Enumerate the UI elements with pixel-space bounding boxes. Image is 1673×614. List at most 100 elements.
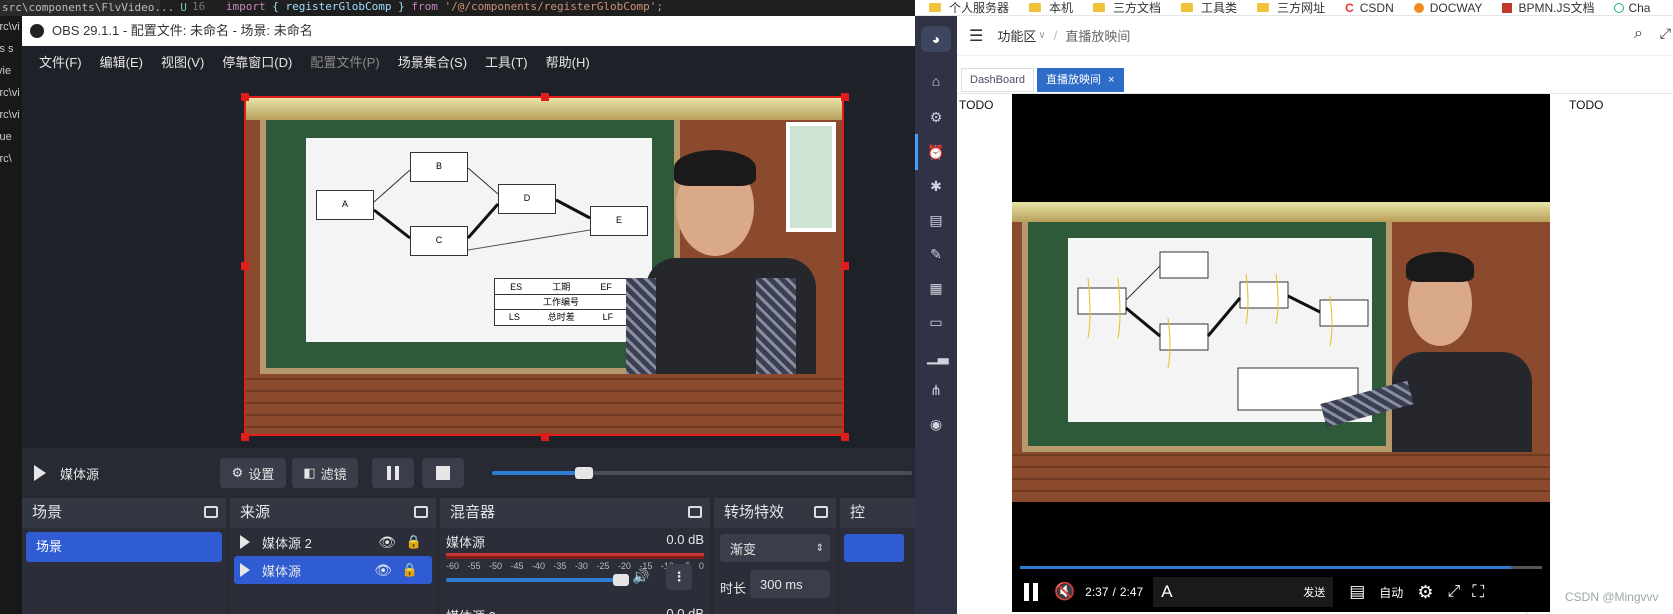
filters-button[interactable]: ◧ 滤镜 [292,458,358,488]
meter-tick: -45 [510,561,524,571]
explorer-item[interactable]: src\vi [0,16,24,38]
fullscreen-icon[interactable]: ⛶ [1472,582,1484,602]
alarm-icon[interactable]: ⏰ [927,143,945,161]
resize-handle[interactable] [841,93,849,101]
menu-fold-icon[interactable]: ☰ [969,26,983,46]
resize-handle[interactable] [241,433,249,441]
scene-list-item[interactable]: 场景 [26,532,222,562]
tree-icon[interactable]: ⋔ [927,381,945,399]
bookmark-folder[interactable]: 个人服务器 [929,0,1009,15]
tab-label: 直播放映间 [1046,74,1101,86]
undock-icon[interactable] [204,506,218,518]
resize-handle[interactable] [241,93,249,101]
expand-icon[interactable]: ⤢ [1660,25,1671,42]
explorer-item[interactable]: \vie [0,60,24,82]
bookmark-folder[interactable]: 工具类 [1181,0,1237,15]
bookmark-link[interactable]: Cha [1614,1,1650,15]
danmaku-style-icon[interactable]: A [1161,582,1172,602]
bug-icon[interactable]: ✱ [927,177,945,195]
danmaku-input[interactable]: A 发送 [1153,577,1334,607]
bookmark-link[interactable]: DOCWAY [1413,1,1482,15]
resize-handle[interactable] [841,433,849,441]
bookmark-folder[interactable]: 三方文档 [1093,0,1161,15]
resize-handle[interactable] [241,262,249,270]
settings-button[interactable]: ⚙ 设置 [220,458,286,488]
menu-tools[interactable]: 工具(T) [476,52,537,71]
resize-handle[interactable] [541,93,549,101]
wrench-icon[interactable]: ✎ [927,245,945,263]
play-icon[interactable] [240,535,250,549]
document-icon[interactable]: ▤ [927,211,945,229]
menu-view[interactable]: 视图(V) [152,52,213,71]
lock-icon[interactable]: 🔒 [402,562,418,578]
explorer-item[interactable]: src\vi [0,104,24,126]
undock-icon[interactable] [688,506,702,518]
explorer-item[interactable]: .js s [0,38,24,60]
explorer-item[interactable]: vue [0,126,24,148]
eye-icon[interactable]: ◉ [927,415,945,433]
gear-icon[interactable]: ⚙ [927,108,945,126]
resize-handle[interactable] [541,433,549,441]
eye-icon[interactable]: 👁 [378,534,396,551]
monitor-icon[interactable]: ▭ [927,313,945,331]
breadcrumb-root[interactable]: 功能区 [997,26,1036,45]
tab-live-room[interactable]: 直播放映间 × [1037,68,1124,92]
obs-preview-video[interactable]: A B C D E ES 工期 EF 工作编号 LS 总时差 LF [244,96,844,436]
lock-icon[interactable]: 🔒 [406,534,422,550]
mixer-track-name: 媒体源 2 [446,606,496,614]
danmaku-toggle-icon[interactable]: ▤ [1349,582,1365,602]
home-icon[interactable]: ⌂ [927,72,945,90]
play-icon[interactable] [34,465,46,481]
stop-button[interactable] [422,458,464,488]
current-time: 2:37 [1085,585,1109,599]
more-options-icon[interactable]: ⋮ [666,564,692,590]
code-line: 16 import { registerGlobComp } from '/@/… [192,0,663,14]
mute-icon[interactable]: 🔇 [1054,582,1075,602]
source-item-selected[interactable]: 媒体源 👁 🔒 [234,556,432,584]
web-fullscreen-icon[interactable]: ⤢ [1447,583,1460,601]
explorer-item[interactable]: src\vi [0,82,24,104]
chart-icon[interactable]: ▁▃ [927,347,949,365]
seek-handle[interactable] [575,467,594,479]
bookmark-folder[interactable]: 三方网址 [1257,0,1325,15]
menu-help[interactable]: 帮助(H) [537,52,599,71]
volume-slider[interactable] [446,574,629,586]
quality-selector[interactable]: 自动 [1379,584,1403,601]
resize-handle[interactable] [841,262,849,270]
bookmark-folder[interactable]: 本机 [1029,0,1074,15]
obs-window-title: OBS 29.1.1 - 配置文件: 未命名 - 场景: 未命名 [52,23,313,38]
search-icon[interactable]: ⌕ [1634,25,1643,43]
menu-scene-collection[interactable]: 场景集合(S) [389,52,476,71]
source-item[interactable]: 媒体源 2 👁 🔒 [230,528,436,556]
grid-icon[interactable]: ▦ [927,279,945,297]
speaker-icon[interactable]: 🔊 [632,568,649,585]
flv-video-player[interactable]: 🔇 2:37 / 2:47 A 发送 ▤ 自动 ⚙ ⤢ ⛶ [1012,94,1550,612]
pause-icon[interactable] [1024,583,1038,601]
bookmark-link[interactable]: BPMN.JS文档 [1502,0,1594,15]
gear-icon[interactable]: ⚙ [1417,582,1433,603]
close-icon[interactable]: × [1108,74,1114,86]
duration-spinbox[interactable]: 300 ms [750,570,830,598]
menu-file[interactable]: 文件(F) [30,52,91,71]
editor-tab[interactable]: src\components\FlvVideo... U [0,0,187,16]
transition-select[interactable]: 渐变 ⇕ [720,534,830,562]
menu-docks[interactable]: 停靠窗口(D) [213,52,301,71]
bookmark-label: 本机 [1049,1,1074,15]
undock-icon[interactable] [814,506,828,518]
start-streaming-button[interactable] [844,534,904,562]
eye-icon[interactable]: 👁 [374,562,392,579]
folder-icon [1181,3,1194,12]
send-button[interactable]: 发送 [1303,584,1325,600]
menu-profile[interactable]: 配置文件(P) [301,52,388,71]
menu-edit[interactable]: 编辑(E) [91,52,152,71]
explorer-item[interactable]: src\ [0,148,24,170]
tab-dashboard[interactable]: DashBoard [961,68,1035,92]
bookmark-link[interactable]: C CSDN [1345,1,1394,15]
volume-handle[interactable] [613,574,629,586]
app-logo-icon[interactable]: ◕ [921,26,951,52]
media-seek-slider[interactable] [492,467,912,479]
pause-button[interactable] [372,458,414,488]
video-progress-bar[interactable] [1020,566,1542,569]
undock-icon[interactable] [414,506,428,518]
play-icon[interactable] [240,563,250,577]
